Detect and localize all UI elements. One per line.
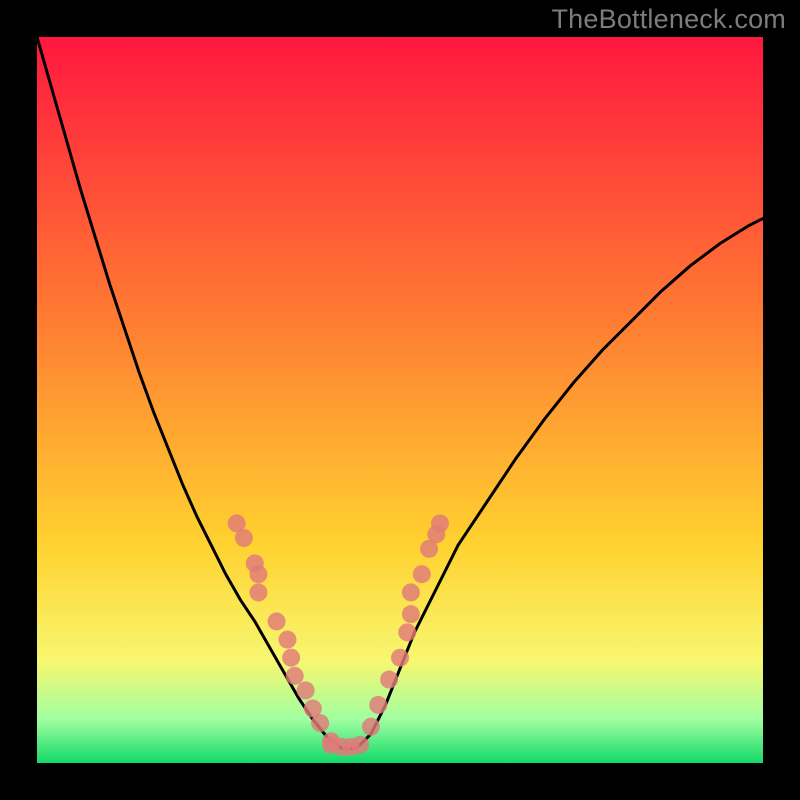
data-point xyxy=(369,696,387,714)
data-point xyxy=(413,565,431,583)
data-point xyxy=(249,583,267,601)
data-point xyxy=(362,718,380,736)
data-point xyxy=(402,583,420,601)
data-point xyxy=(249,565,267,583)
data-point xyxy=(278,631,296,649)
data-point xyxy=(391,649,409,667)
data-point xyxy=(235,529,253,547)
data-point xyxy=(311,714,329,732)
data-point xyxy=(282,649,300,667)
chart-svg xyxy=(37,37,763,763)
data-point xyxy=(431,514,449,532)
data-point xyxy=(268,612,286,630)
data-point xyxy=(351,736,369,754)
watermark-text: TheBottleneck.com xyxy=(551,4,786,35)
data-point xyxy=(286,667,304,685)
plot-area xyxy=(37,37,763,763)
data-point xyxy=(398,623,416,641)
data-point xyxy=(380,671,398,689)
chart-frame: TheBottleneck.com xyxy=(0,0,800,800)
data-point xyxy=(297,681,315,699)
data-point xyxy=(402,605,420,623)
